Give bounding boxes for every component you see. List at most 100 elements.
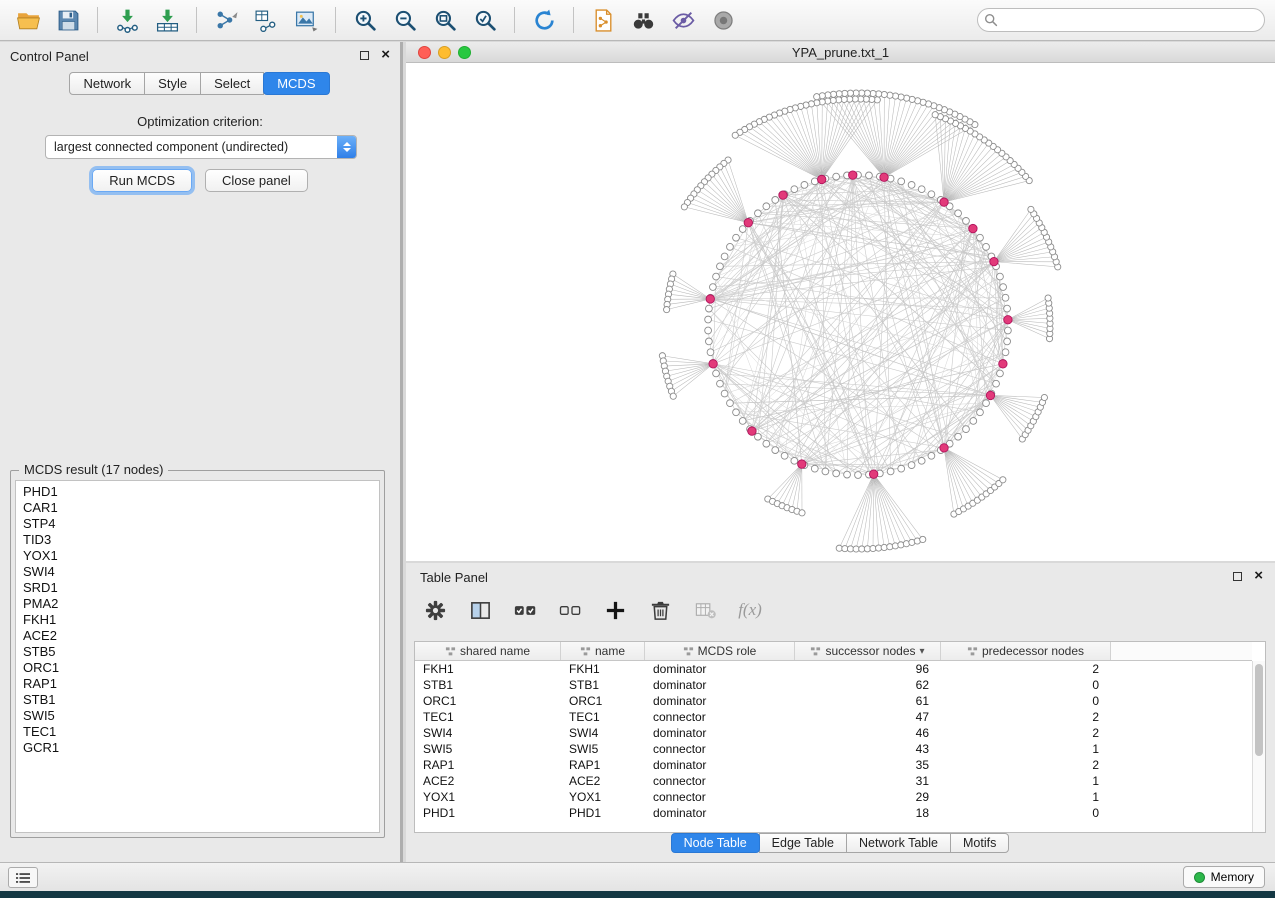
search-network-button[interactable]	[625, 4, 661, 36]
mcds-result-item[interactable]: SWI4	[23, 564, 379, 580]
graph-node[interactable]	[997, 370, 1004, 377]
graph-node[interactable]	[721, 253, 728, 260]
column-header-shared-name[interactable]: shared name	[415, 642, 561, 660]
graph-node[interactable]	[791, 186, 798, 193]
network-from-table-button[interactable]	[248, 4, 284, 36]
mcds-hub-node[interactable]	[969, 224, 977, 232]
graph-node[interactable]	[709, 284, 716, 291]
mcds-result-item[interactable]: STB5	[23, 644, 379, 660]
graph-node[interactable]	[733, 409, 740, 416]
refresh-button[interactable]	[526, 4, 562, 36]
graph-node[interactable]	[898, 178, 905, 185]
zoom-selected-button[interactable]	[467, 4, 503, 36]
mcds-result-item[interactable]: RAP1	[23, 676, 379, 692]
tab-style[interactable]: Style	[144, 72, 201, 95]
share-document-button[interactable]	[585, 4, 621, 36]
search-input[interactable]	[977, 8, 1265, 32]
run-mcds-button[interactable]: Run MCDS	[92, 169, 192, 192]
graph-node[interactable]	[918, 186, 925, 193]
graph-node[interactable]	[721, 390, 728, 397]
table-row[interactable]: FKH1FKH1dominator962	[415, 661, 1252, 677]
criterion-dropdown[interactable]: largest connected component (undirected)	[45, 135, 357, 159]
table-settings-button[interactable]	[420, 595, 450, 625]
graph-node[interactable]	[717, 263, 724, 270]
zoom-in-button[interactable]	[347, 4, 383, 36]
graph-node[interactable]	[993, 380, 1000, 387]
network-canvas[interactable]	[406, 63, 1275, 560]
mcds-result-item[interactable]: FKH1	[23, 612, 379, 628]
column-header-mcds-role[interactable]: MCDS role	[645, 642, 795, 660]
mcds-hub-node[interactable]	[940, 198, 948, 206]
import-network-button[interactable]	[109, 4, 145, 36]
graph-node[interactable]	[955, 433, 962, 440]
float-panel-icon[interactable]	[360, 51, 369, 60]
mcds-result-item[interactable]: ACE2	[23, 628, 379, 644]
mcds-result-item[interactable]: PHD1	[23, 484, 379, 500]
mcds-hub-node[interactable]	[748, 427, 756, 435]
graph-node[interactable]	[739, 226, 746, 233]
graph-node[interactable]	[732, 132, 738, 138]
table-row[interactable]: YOX1YOX1connector291	[415, 789, 1252, 805]
graph-node[interactable]	[772, 197, 779, 204]
show-details-button[interactable]	[705, 4, 741, 36]
delete-row-button[interactable]	[645, 595, 675, 625]
graph-node[interactable]	[833, 173, 840, 180]
mcds-result-item[interactable]: YOX1	[23, 548, 379, 564]
mcds-result-item[interactable]: SWI5	[23, 708, 379, 724]
close-panel-icon[interactable]: ×	[381, 46, 390, 64]
graph-node[interactable]	[822, 468, 829, 475]
graph-node[interactable]	[932, 112, 938, 118]
tab-select[interactable]: Select	[200, 72, 264, 95]
network-graph[interactable]	[406, 63, 1275, 560]
table-scrollbar[interactable]	[1252, 661, 1265, 832]
mcds-hub-node[interactable]	[798, 460, 806, 468]
graph-node[interactable]	[763, 203, 770, 210]
graph-node[interactable]	[1004, 338, 1011, 345]
graph-node[interactable]	[727, 400, 734, 407]
graph-node[interactable]	[755, 433, 762, 440]
add-row-button[interactable]	[600, 595, 630, 625]
graph-node[interactable]	[705, 316, 712, 323]
graph-node[interactable]	[713, 273, 720, 280]
graph-node[interactable]	[1002, 294, 1009, 301]
graph-node[interactable]	[908, 181, 915, 188]
graph-node[interactable]	[963, 217, 970, 224]
graph-node[interactable]	[791, 457, 798, 464]
tab-node-table[interactable]: Node Table	[671, 833, 760, 853]
mcds-result-item[interactable]: GCR1	[23, 740, 379, 756]
mcds-result-item[interactable]: STB1	[23, 692, 379, 708]
graph-node[interactable]	[977, 409, 984, 416]
column-header-successor-nodes[interactable]: successor nodes▾	[795, 642, 941, 660]
save-session-button[interactable]	[50, 4, 86, 36]
close-panel-button[interactable]: Close panel	[205, 169, 308, 192]
mcds-result-item[interactable]: PMA2	[23, 596, 379, 612]
graph-node[interactable]	[811, 465, 818, 472]
graph-node[interactable]	[983, 400, 990, 407]
table-row[interactable]: PHD1PHD1dominator180	[415, 805, 1252, 821]
graph-node[interactable]	[920, 536, 926, 542]
function-builder-button[interactable]: f(x)	[735, 595, 765, 625]
graph-node[interactable]	[963, 426, 970, 433]
tab-motifs[interactable]: Motifs	[950, 833, 1009, 853]
graph-node[interactable]	[970, 418, 977, 425]
table-row[interactable]: RAP1RAP1dominator352	[415, 757, 1252, 773]
graph-node[interactable]	[898, 465, 905, 472]
graph-node[interactable]	[1004, 327, 1011, 334]
graph-node[interactable]	[727, 243, 734, 250]
show-panels-button[interactable]	[8, 867, 38, 888]
graph-node[interactable]	[705, 338, 712, 345]
mcds-hub-node[interactable]	[779, 191, 787, 199]
graph-node[interactable]	[772, 447, 779, 454]
tab-network[interactable]: Network	[69, 72, 145, 95]
mcds-hub-node[interactable]	[849, 171, 857, 179]
graph-node[interactable]	[755, 210, 762, 217]
table-scrollbar-thumb[interactable]	[1255, 664, 1263, 756]
mcds-result-item[interactable]: TEC1	[23, 724, 379, 740]
graph-node[interactable]	[855, 472, 862, 479]
export-image-button[interactable]	[288, 4, 324, 36]
graph-node[interactable]	[977, 234, 984, 241]
mcds-hub-node[interactable]	[706, 295, 714, 303]
table-row[interactable]: SWI5SWI5connector431	[415, 741, 1252, 757]
column-header-predecessor-nodes[interactable]: predecessor nodes	[941, 642, 1111, 660]
tab-edge-table[interactable]: Edge Table	[759, 833, 847, 853]
